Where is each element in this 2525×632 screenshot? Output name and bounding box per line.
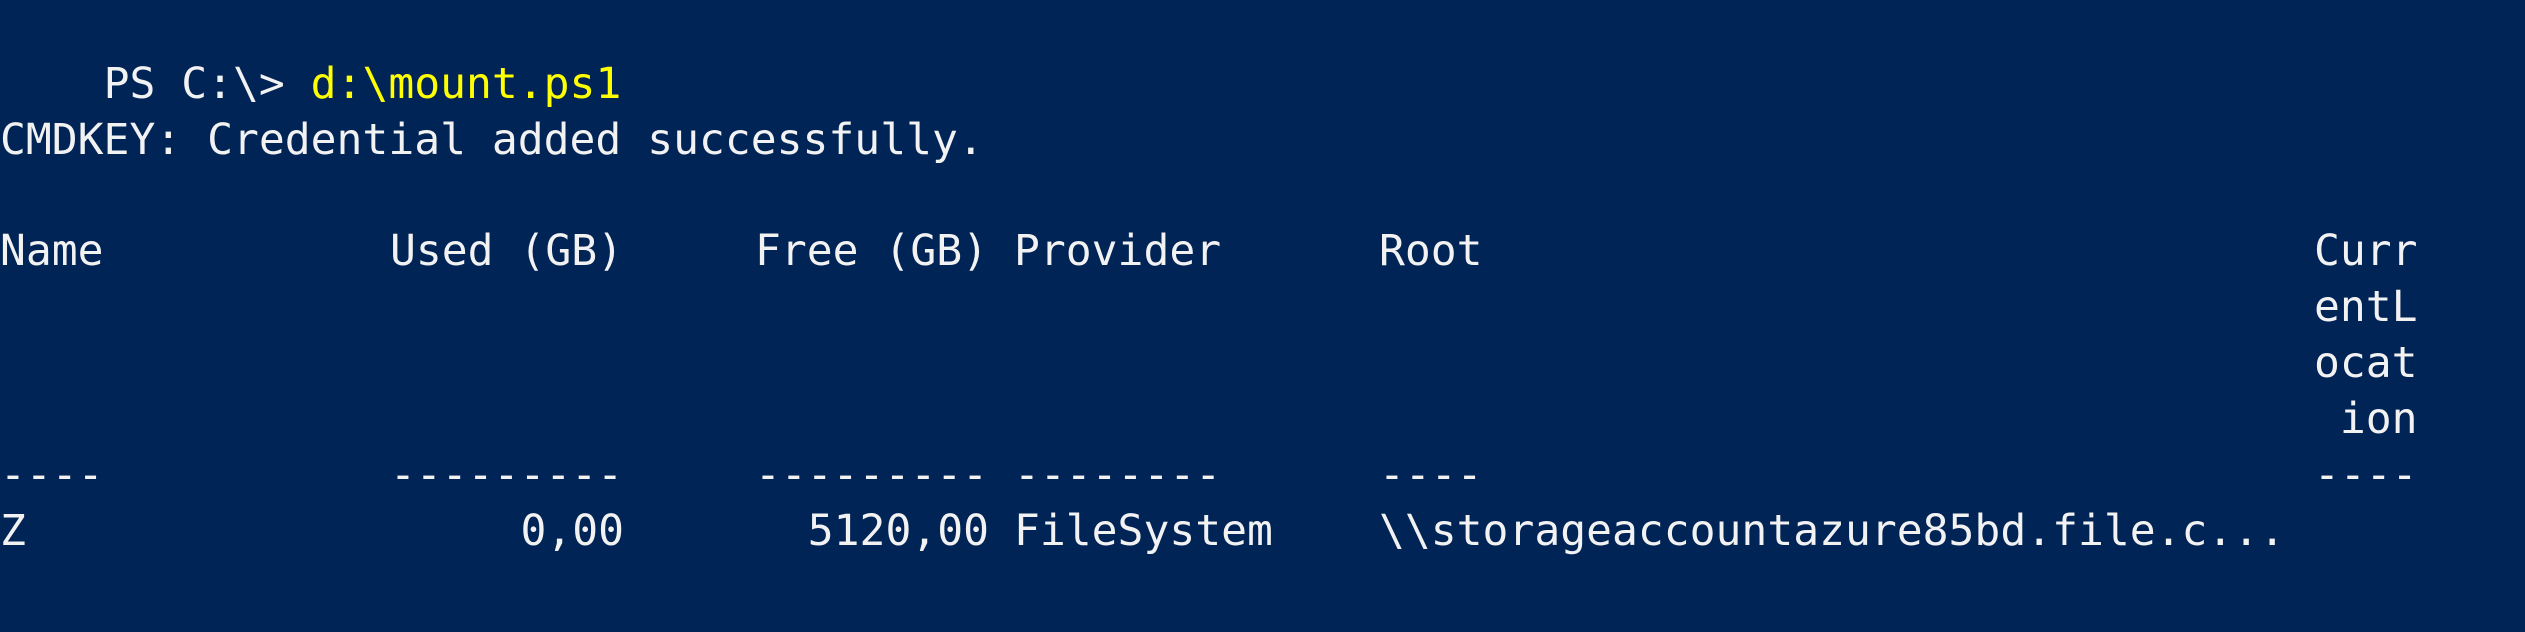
command-text: d:\mount.ps1 <box>310 59 622 109</box>
prompt-text: PS C:\> <box>103 59 311 109</box>
header-name: Name <box>0 226 104 276</box>
cell-root: \\storageaccountazure85bd.file.c... <box>1379 506 2286 556</box>
header-current-location-2: entL <box>2314 282 2418 332</box>
cell-free: 5120,00 <box>807 506 989 556</box>
separator-provider: -------- <box>1014 450 1222 500</box>
cmdkey-message: CMDKEY: Credential added successfully. <box>0 115 984 165</box>
header-free: Free (GB) <box>755 226 988 276</box>
prompt-line: PS C:\> d:\mount.ps1 <box>0 0 622 109</box>
table-row: Z 0,00 5120,00 FileSystem \\storageaccou… <box>0 503 2525 559</box>
table-separator-row: ---- --------- --------- -------- ---- -… <box>0 447 2525 503</box>
header-used: Used (GB) <box>390 226 623 276</box>
separator-free: --------- <box>755 450 988 500</box>
header-current-location-1: Curr <box>2314 226 2418 276</box>
cell-name: Z <box>0 506 26 556</box>
cell-used: 0,00 <box>520 506 624 556</box>
separator-current-location: ---- <box>2314 450 2418 500</box>
header-current-location-4: ion <box>2314 394 2418 444</box>
header-root: Root <box>1379 226 1483 276</box>
table-header-row: Name Used (GB) Free (GB) Provider Root <box>0 223 2525 279</box>
separator-name: ---- <box>0 450 104 500</box>
separator-root: ---- <box>1379 450 1483 500</box>
header-current-location-3: ocat <box>2314 338 2418 388</box>
header-provider: Provider <box>1014 226 1222 276</box>
separator-used: --------- <box>390 450 623 500</box>
cell-provider: FileSystem <box>1014 506 1273 556</box>
powershell-console[interactable]: PS C:\> d:\mount.ps1 CMDKEY: Credential … <box>0 0 2525 632</box>
